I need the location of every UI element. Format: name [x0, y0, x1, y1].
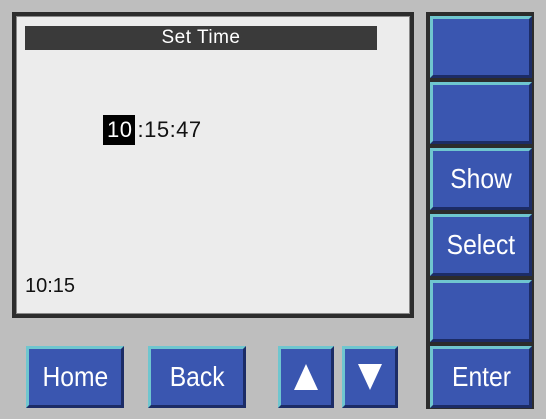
time-display: 10 :15:47 [103, 115, 202, 145]
home-button-label: Home [42, 361, 108, 392]
enter-button-label: Enter [451, 361, 511, 392]
side-button-5[interactable] [430, 280, 532, 342]
select-button-label: Select [446, 229, 516, 260]
select-button[interactable]: Select [430, 214, 532, 276]
back-button[interactable]: Back [148, 346, 246, 408]
time-hours-field[interactable]: 10 [103, 115, 136, 145]
lcd-screen: Set Time 10 :15:47 10:15 [16, 16, 410, 314]
control-panel: Set Time 10 :15:47 10:15 Show Select Ent… [0, 0, 546, 419]
arrow-down-icon [358, 364, 382, 390]
back-button-label: Back [169, 361, 225, 392]
status-clock: 10:15 [25, 275, 76, 297]
show-button[interactable]: Show [430, 148, 532, 210]
side-button-2[interactable] [430, 82, 532, 144]
down-arrow-button[interactable] [342, 346, 398, 408]
show-button-label: Show [450, 163, 512, 194]
time-minutes-seconds: :15:47 [137, 117, 202, 142]
screen-title: Set Time [25, 26, 377, 50]
enter-button[interactable]: Enter [430, 346, 532, 408]
up-arrow-button[interactable] [278, 346, 334, 408]
lcd-screen-frame: Set Time 10 :15:47 10:15 [12, 12, 414, 318]
arrow-up-icon [294, 364, 318, 390]
home-button[interactable]: Home [26, 346, 124, 408]
side-button-1[interactable] [430, 16, 532, 78]
